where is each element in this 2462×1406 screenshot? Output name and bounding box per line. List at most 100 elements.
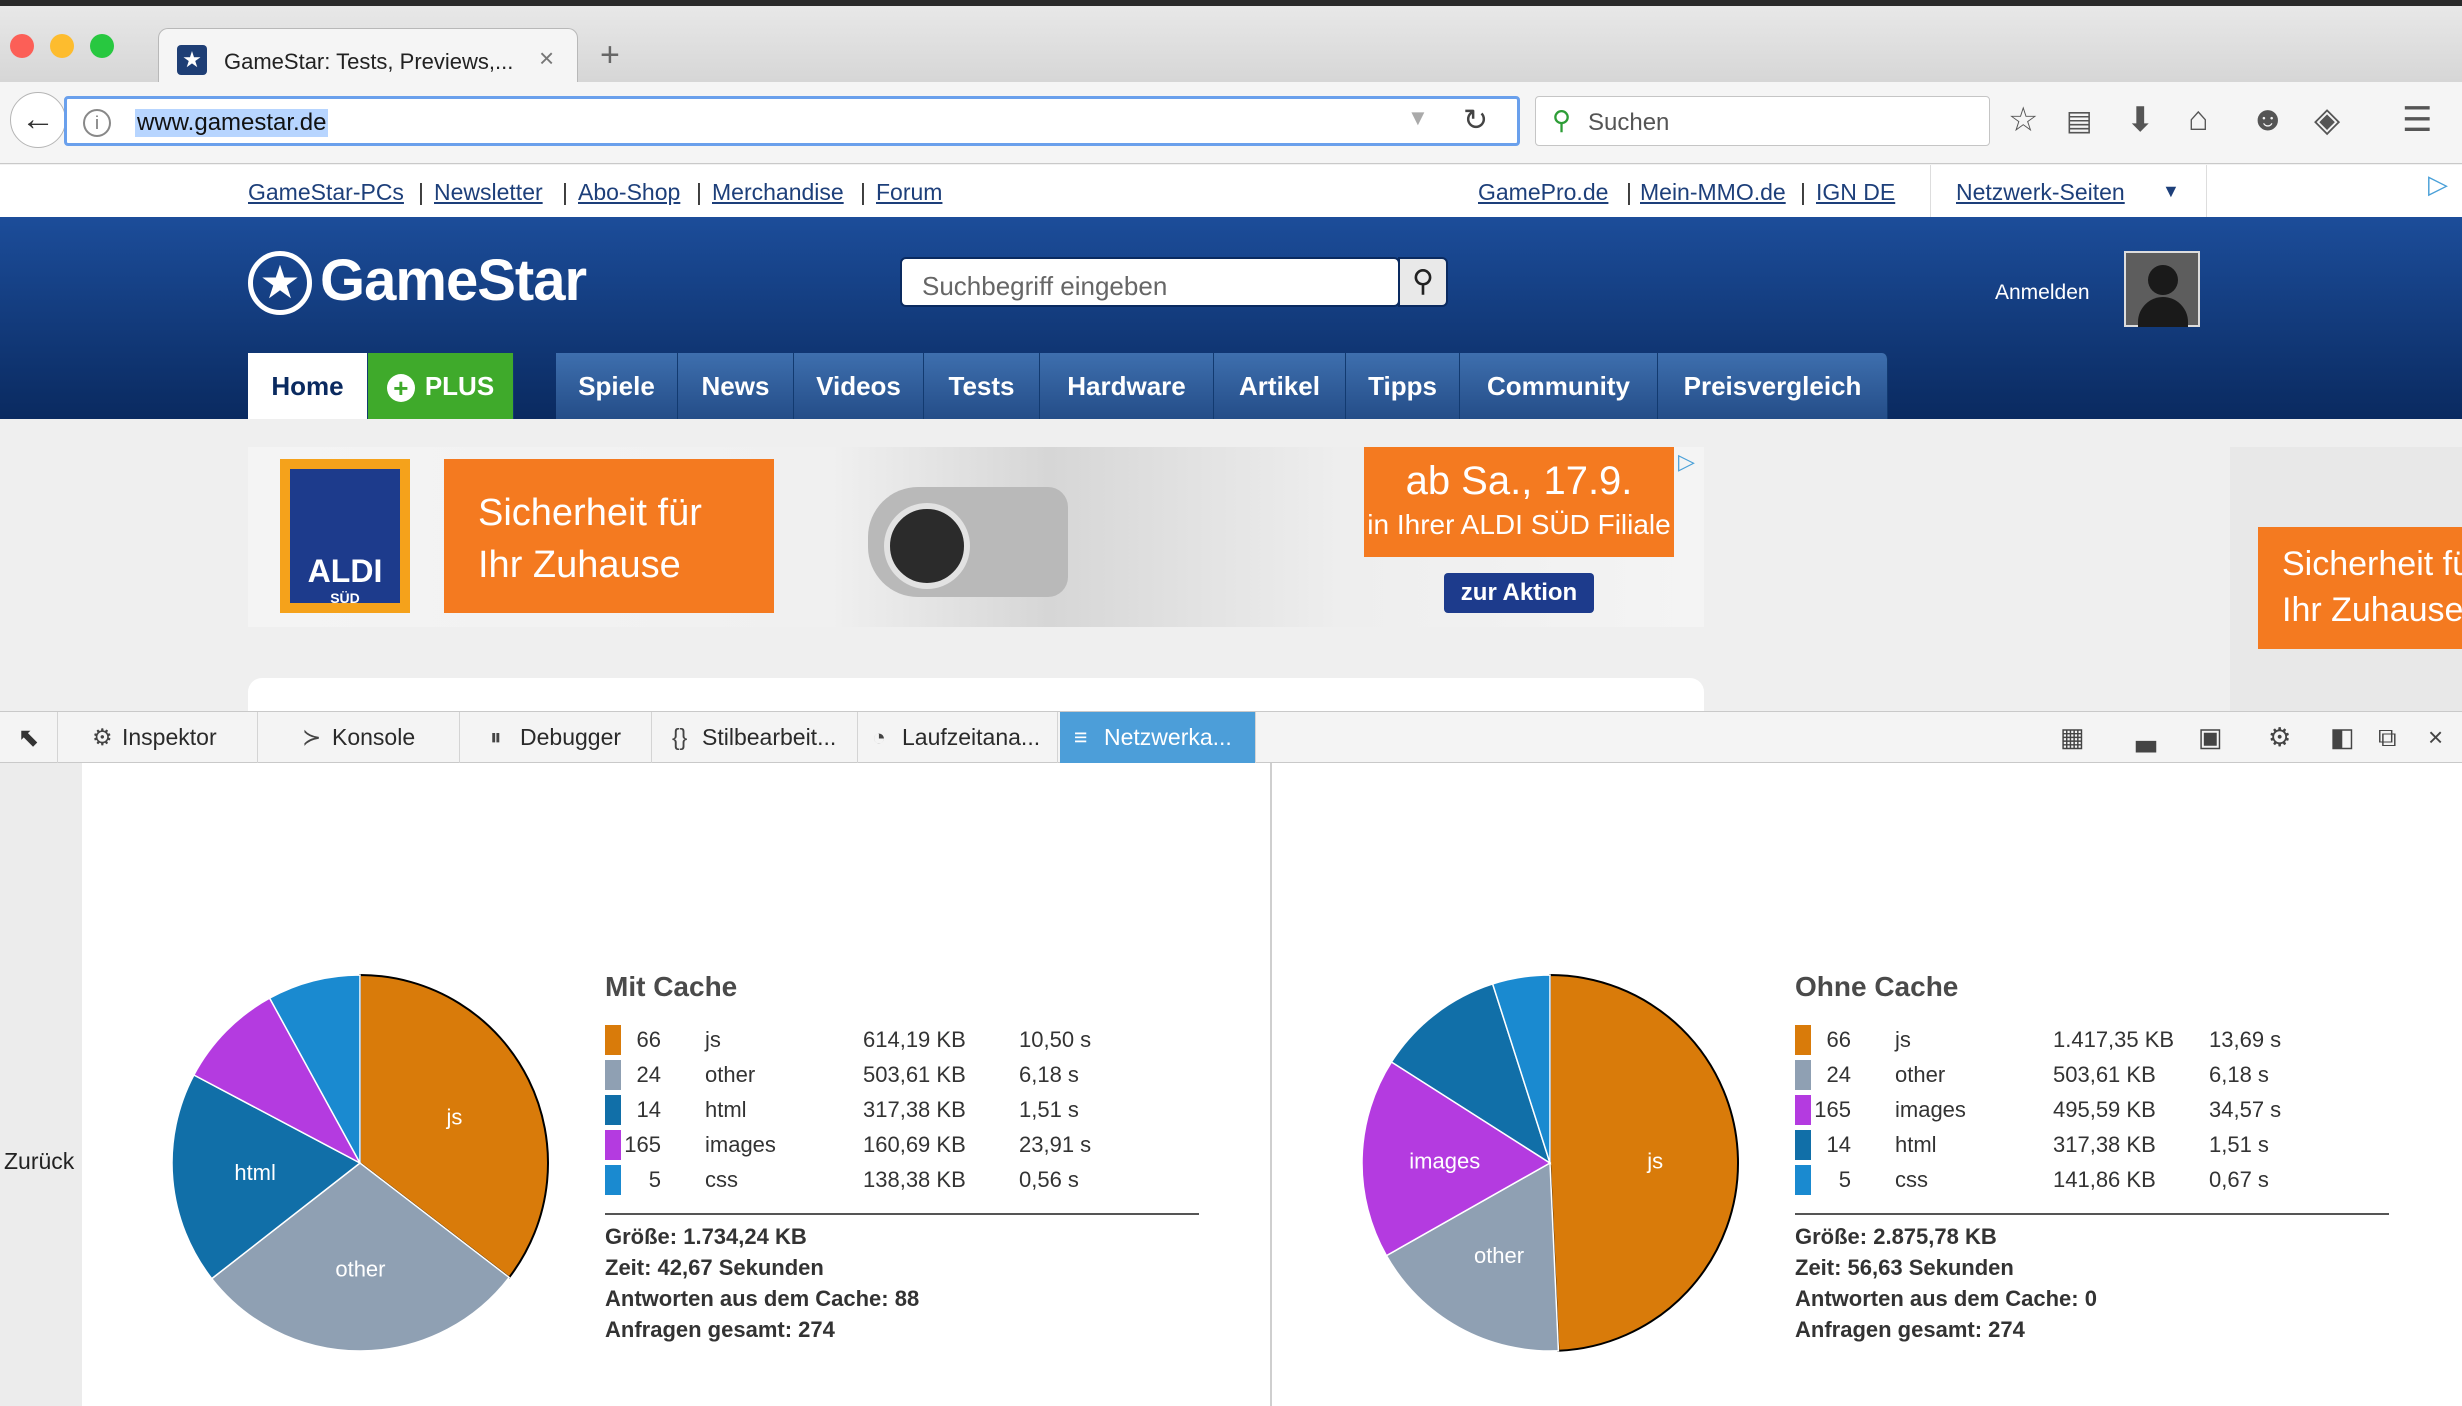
responsive-design-icon[interactable]: ▣	[2198, 722, 2223, 753]
pocket-icon[interactable]: ◈	[2314, 100, 2340, 140]
ad-choices-icon[interactable]: ▷	[2428, 169, 2448, 200]
summary-total: Anfragen gesamt: 274	[605, 1317, 835, 1342]
window-titlebar: ★ GameStar: Tests, Previews,... × +	[0, 0, 2462, 90]
side-ad-headline-box: Sicherheit fü Ihr Zuhause	[2258, 527, 2462, 649]
nav-home[interactable]: Home	[248, 353, 368, 419]
browser-toolbar: ← i www.gamestar.de ▼ ↻ ⚲ Suchen ☆ ▤ ⬇ ⌂…	[0, 82, 2462, 164]
table-row[interactable]: 14 html 317,38 KB 1,51 s	[605, 1093, 1205, 1128]
cell-type: images	[705, 1132, 776, 1157]
ad-date-line-2: in Ihrer ALDI SÜD Filiale	[1367, 509, 1671, 540]
cell-count: 5	[1838, 1167, 1851, 1192]
minimize-window-button[interactable]	[50, 34, 74, 58]
close-devtools-icon[interactable]: ×	[2428, 722, 2443, 753]
table-row[interactable]: 66 js 614,19 KB 10,50 s	[605, 1023, 1205, 1058]
cell-type: js	[705, 1027, 721, 1052]
link-newsletter[interactable]: Newsletter	[434, 179, 543, 206]
bookmark-star-icon[interactable]: ☆	[2008, 100, 2038, 140]
close-window-button[interactable]	[10, 34, 34, 58]
table-row[interactable]: 66 js 1.417,35 KB 13,69 s	[1795, 1023, 2395, 1058]
aldi-brand-sub: SÜD	[330, 590, 360, 606]
link-forum[interactable]: Forum	[876, 179, 942, 206]
table-row[interactable]: 24 other 503,61 KB 6,18 s	[605, 1058, 1205, 1093]
nav-hardware[interactable]: Hardware	[1040, 353, 1214, 419]
close-icon[interactable]: ×	[539, 43, 554, 74]
gamestar-star-icon[interactable]: ★	[248, 251, 312, 315]
network-icon: ≡	[1074, 724, 1088, 750]
tab-performance-label: Laufzeitana...	[902, 724, 1041, 750]
site-header: ★ GameStar Suchbegriff eingeben ⚲ Anmeld…	[0, 217, 2462, 419]
bookmarks-library-icon[interactable]: ▤	[2066, 104, 2092, 137]
nav-spiele[interactable]: Spiele	[556, 353, 678, 419]
avatar[interactable]	[2124, 251, 2200, 327]
url-text[interactable]: www.gamestar.de	[135, 109, 329, 137]
site-search-input[interactable]: Suchbegriff eingeben	[900, 257, 1400, 307]
tab-inspector[interactable]: ⚙ Inspektor	[78, 712, 258, 763]
reload-icon[interactable]: ↻	[1463, 103, 1488, 138]
element-picker-icon[interactable]: ⬉	[0, 712, 58, 763]
tab-network[interactable]: ≡ Netzwerka...	[1060, 712, 1256, 763]
back-button[interactable]: Zurück	[4, 1148, 74, 1175]
nav-preisvergleich[interactable]: Preisvergleich	[1658, 353, 1888, 419]
login-link[interactable]: Anmelden	[1995, 281, 2090, 305]
url-bar[interactable]: i www.gamestar.de ▼ ↻	[64, 96, 1520, 146]
link-ign-de[interactable]: IGN DE	[1816, 179, 1895, 206]
nav-community[interactable]: Community	[1460, 353, 1658, 419]
maximize-window-button[interactable]	[90, 34, 114, 58]
nav-tests[interactable]: Tests	[924, 353, 1040, 419]
nav-plus-label: PLUS	[424, 371, 495, 401]
ad-banner[interactable]: ALDI SÜD Sicherheit für Ihr Zuhause ab S…	[248, 447, 1704, 627]
side-ad-headline-2: Ihr Zuhause	[2282, 591, 2462, 629]
nav-plus[interactable]: + PLUS	[368, 353, 514, 419]
table-row[interactable]: 14 html 317,38 KB 1,51 s	[1795, 1128, 2395, 1163]
settings-icon[interactable]: ⚙	[2268, 722, 2291, 753]
dock-side-icon[interactable]: ◧	[2330, 722, 2355, 753]
download-icon[interactable]: ⬇	[2126, 100, 2155, 140]
home-icon[interactable]: ⌂	[2188, 100, 2209, 139]
url-dropdown-icon[interactable]: ▼	[1407, 105, 1429, 131]
hello-chat-icon[interactable]: ☻	[2250, 100, 2286, 139]
tab-console[interactable]: ≻ Konsole	[288, 712, 460, 763]
network-sites-dropdown[interactable]: Netzwerk-Seiten	[1956, 179, 2125, 206]
link-gamestar-pcs[interactable]: GameStar-PCs	[248, 179, 404, 206]
link-mein-mmo[interactable]: Mein-MMO.de	[1640, 179, 1786, 206]
nav-artikel[interactable]: Artikel	[1214, 353, 1346, 419]
nav-tipps[interactable]: Tipps	[1346, 353, 1460, 419]
search-bar[interactable]: ⚲ Suchen	[1535, 96, 1990, 146]
table-row[interactable]: 165 images 495,59 KB 34,57 s	[1795, 1093, 2395, 1128]
chevron-down-icon[interactable]: ▼	[2162, 181, 2180, 202]
camera-lens	[884, 503, 970, 589]
link-gamepro[interactable]: GamePro.de	[1478, 179, 1608, 206]
site-logo[interactable]: GameStar	[320, 247, 587, 314]
table-row[interactable]: 5 css 141,86 KB 0,67 s	[1795, 1163, 2395, 1198]
browser-tab[interactable]: ★ GameStar: Tests, Previews,... ×	[158, 28, 578, 90]
split-console-icon[interactable]: ▃	[2136, 722, 2156, 753]
pie-slice-js[interactable]	[1549, 973, 1740, 1352]
tab-performance[interactable]: ◔ Laufzeitana...	[858, 712, 1058, 763]
new-tab-button[interactable]: +	[600, 36, 620, 75]
summary-time: Zeit: 56,63 Sekunden	[1795, 1255, 2014, 1280]
search-icon[interactable]: ⚲	[1398, 257, 1448, 307]
link-merchandise[interactable]: Merchandise	[712, 179, 844, 206]
link-abo-shop[interactable]: Abo-Shop	[578, 179, 680, 206]
ad-cta-button[interactable]: zur Aktion	[1444, 573, 1594, 613]
undock-icon[interactable]: ⧉	[2378, 722, 2397, 754]
info-icon[interactable]: i	[83, 109, 111, 137]
menu-icon[interactable]: ☰	[2402, 100, 2432, 140]
nav-news[interactable]: News	[678, 353, 794, 419]
tab-debugger[interactable]: ⏸ Debugger	[476, 712, 652, 763]
table-row[interactable]: 24 other 503,61 KB 6,18 s	[1795, 1058, 2395, 1093]
inspector-icon: ⚙	[92, 724, 113, 750]
separator: |	[418, 179, 424, 205]
nav-videos[interactable]: Videos	[794, 353, 924, 419]
dock-layout-icon[interactable]: ▦	[2060, 722, 2085, 753]
side-ad-banner[interactable]: Sicherheit fü Ihr Zuhause	[2230, 447, 2462, 711]
table-row[interactable]: 165 images 160,69 KB 23,91 s	[605, 1128, 1205, 1163]
tab-title: GameStar: Tests, Previews,...	[224, 49, 514, 74]
stats-title: Mit Cache	[605, 971, 738, 1002]
stats-without-cache: Ohne Cache 66 js 1.417,35 KB 13,69 s 24 other…	[1795, 971, 2395, 1342]
back-button[interactable]: ←	[10, 92, 66, 148]
cell-count: 5	[648, 1167, 661, 1192]
ad-choices-icon[interactable]: ▷	[1678, 449, 1695, 475]
table-row[interactable]: 5 css 138,38 KB 0,56 s	[605, 1163, 1205, 1198]
tab-style-editor[interactable]: {} Stilbearbeit...	[658, 712, 858, 763]
